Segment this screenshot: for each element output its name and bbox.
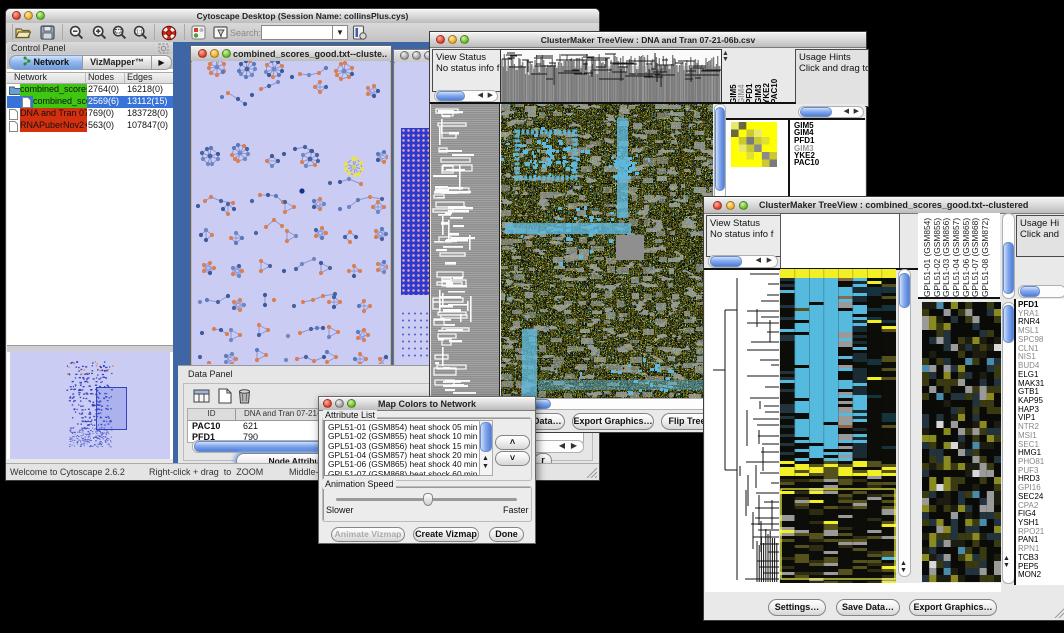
svg-text:1:1: 1:1 [136, 30, 143, 36]
